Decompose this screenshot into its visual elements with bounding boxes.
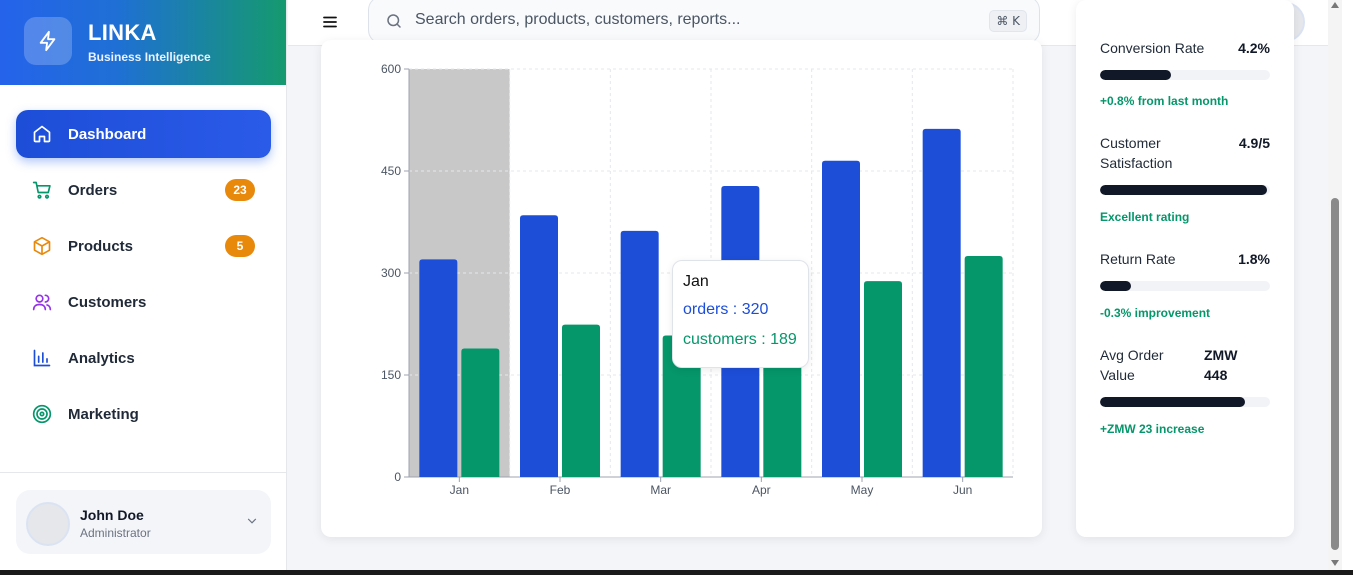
metric-avg-order-value: Avg Order Value ZMW 448 +ZMW 23 increase <box>1100 345 1270 441</box>
sidebar-item-customers[interactable]: Customers <box>16 278 271 326</box>
scroll-down-arrow-icon[interactable] <box>1331 560 1339 566</box>
metric-label: Return Rate <box>1100 251 1176 267</box>
metric-customer-satisfaction: Customer Satisfaction 4.9/5 Excellent ra… <box>1100 133 1270 229</box>
progress-bar <box>1100 397 1270 407</box>
sidebar-item-label: Marketing <box>68 405 139 423</box>
bar-orders <box>419 259 458 477</box>
brand-subtitle: Business Intelligence <box>88 50 211 64</box>
metric-value: ZMW 448 <box>1204 347 1238 383</box>
sidebar-item-label: Analytics <box>68 349 135 367</box>
x-tick-label: Mar <box>650 483 671 497</box>
metric-value: 4.9/5 <box>1238 135 1270 151</box>
bar-orders <box>520 215 558 477</box>
tooltip-customers-value: customers : 189 <box>683 331 797 348</box>
target-icon <box>32 404 52 424</box>
y-tick-label: 300 <box>381 266 401 280</box>
sidebar-item-label: Dashboard <box>68 125 147 143</box>
avatar <box>26 502 70 546</box>
bar-orders <box>922 128 961 477</box>
search-icon <box>385 12 403 35</box>
y-tick-label: 150 <box>381 368 401 382</box>
bar-orders <box>620 230 659 477</box>
brand-title: LINKA <box>88 20 157 45</box>
menu-icon[interactable] <box>322 14 338 30</box>
products-count-badge: 5 <box>225 235 255 257</box>
metric-note: Excellent rating <box>1100 210 1190 224</box>
sidebar-item-marketing[interactable]: Marketing <box>16 390 271 438</box>
metric-label: Customer Satisfaction <box>1100 135 1173 171</box>
search-bar[interactable]: ⌘ K <box>368 0 1040 44</box>
box-icon <box>32 236 52 256</box>
sidebar-divider <box>0 472 287 473</box>
app-window: LINKA Business Intelligence Dashboard Or… <box>0 0 1353 570</box>
progress-bar <box>1100 185 1270 195</box>
sidebar-item-products[interactable]: Products 5 <box>16 222 271 270</box>
orders-count-badge: 23 <box>225 179 255 201</box>
chart-tooltip: Jan orders : 320 customers : 189 <box>672 260 809 368</box>
window-edge <box>1342 0 1353 570</box>
metric-label: Conversion Rate <box>1100 40 1205 56</box>
y-tick-label: 450 <box>381 164 401 178</box>
cart-icon <box>32 180 52 200</box>
metric-note: +0.8% from last month <box>1100 94 1229 108</box>
x-tick-label: May <box>851 483 874 497</box>
vertical-scrollbar[interactable] <box>1328 0 1342 570</box>
search-input[interactable] <box>415 6 975 34</box>
sidebar-item-orders[interactable]: Orders 23 <box>16 166 271 214</box>
progress-bar <box>1100 281 1270 291</box>
progress-fill <box>1100 281 1131 291</box>
bar-customers <box>864 281 902 477</box>
users-icon <box>32 292 52 312</box>
bar-chart-icon <box>32 348 52 368</box>
bar-customers <box>562 324 600 477</box>
y-tick-label: 600 <box>381 62 401 76</box>
metric-value: 1.8% <box>1238 251 1270 267</box>
sidebar-item-analytics[interactable]: Analytics <box>16 334 271 382</box>
x-tick-label: Jun <box>953 483 972 497</box>
sidebar-item-label: Orders <box>68 181 118 199</box>
progress-fill <box>1100 185 1267 195</box>
scrollbar-thumb[interactable] <box>1331 198 1339 550</box>
sidebar-nav: Dashboard Orders 23 Products 5 Customers… <box>16 110 271 446</box>
user-name: John Doe <box>80 507 144 523</box>
search-shortcut-hint: ⌘ K <box>989 10 1027 32</box>
sidebar-item-label: Customers <box>68 293 147 311</box>
progress-fill <box>1100 70 1172 80</box>
metric-label: Avg Order Value <box>1100 347 1164 383</box>
x-tick-label: Jan <box>450 483 469 497</box>
user-role: Administrator <box>80 526 151 540</box>
metric-note: -0.3% improvement <box>1100 306 1211 320</box>
metric-return-rate: Return Rate 1.8% -0.3% improvement <box>1100 249 1270 329</box>
performance-metrics-card: Conversion Rate 4.2% +0.8% from last mon… <box>1076 0 1294 537</box>
brand-header: LINKA Business Intelligence <box>0 0 286 85</box>
tooltip-orders-value: orders : 320 <box>683 301 769 318</box>
progress-bar <box>1100 70 1270 80</box>
metric-value: 4.2% <box>1238 40 1270 56</box>
sidebar-item-label: Products <box>68 237 134 255</box>
sidebar: LINKA Business Intelligence Dashboard Or… <box>0 0 287 570</box>
home-icon <box>32 124 52 144</box>
metric-note: +ZMW 23 increase <box>1100 422 1205 436</box>
y-tick-label: 0 <box>394 470 401 484</box>
metric-conversion-rate: Conversion Rate 4.2% +0.8% from last mon… <box>1100 38 1270 118</box>
bar-customers <box>461 348 500 477</box>
chevron-down-icon[interactable] <box>245 514 259 533</box>
sidebar-item-dashboard[interactable]: Dashboard <box>16 110 271 158</box>
progress-fill <box>1100 397 1245 407</box>
bar-orders <box>822 160 860 478</box>
user-profile-card[interactable]: John Doe Administrator <box>16 490 271 554</box>
scroll-up-arrow-icon[interactable] <box>1331 2 1339 8</box>
x-tick-label: Apr <box>752 483 771 497</box>
lightning-logo-icon <box>24 17 72 65</box>
tooltip-title: Jan <box>683 273 709 290</box>
bar-customers <box>964 256 1003 477</box>
x-tick-label: Feb <box>550 483 571 497</box>
